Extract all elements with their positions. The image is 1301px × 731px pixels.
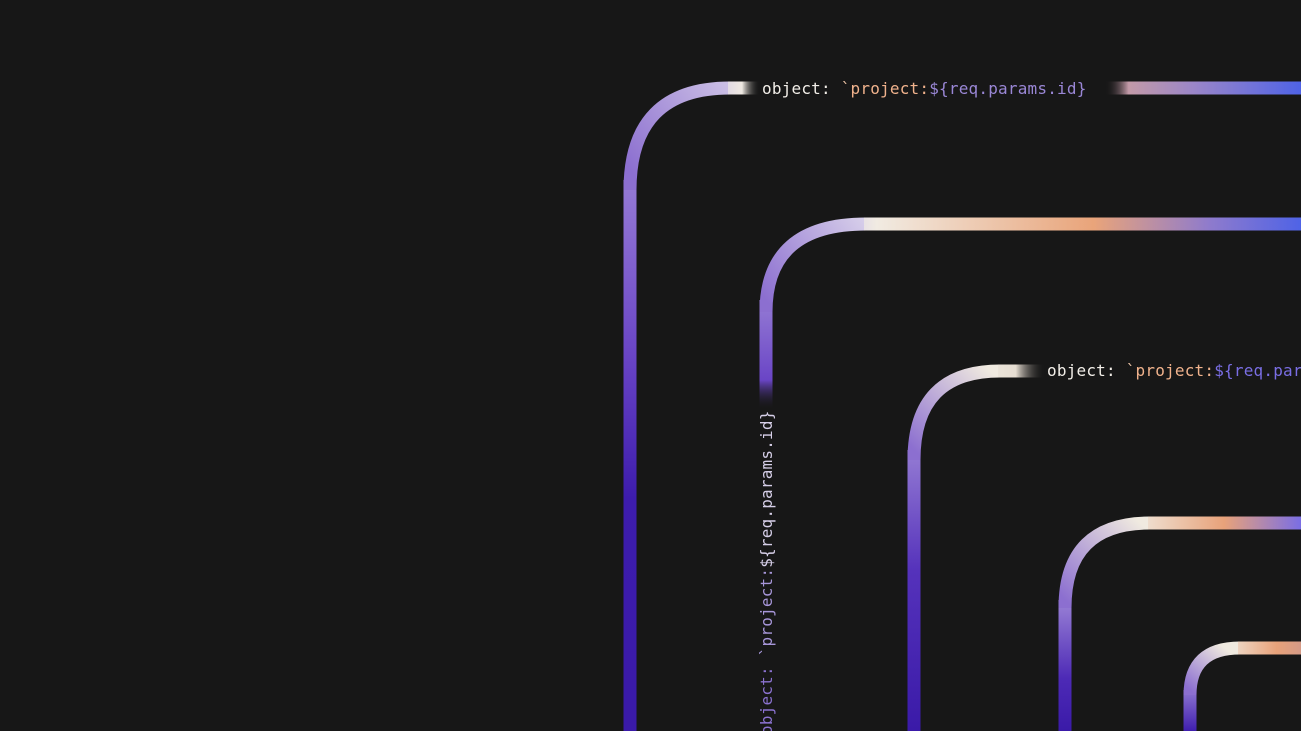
snippet-middle-tick: ` bbox=[1126, 361, 1136, 380]
snippet-vertical-prefix: project: bbox=[757, 568, 776, 647]
curve-3-arc bbox=[907, 364, 1001, 461]
curve-5-arc bbox=[1183, 641, 1241, 696]
snippet-vertical: object: `project:${req.params.id} bbox=[757, 410, 776, 731]
snippet-vertical-key: object: bbox=[757, 666, 776, 731]
curve-1 bbox=[623, 81, 1301, 731]
curve-2 bbox=[759, 217, 1301, 412]
curve-5 bbox=[1183, 641, 1301, 731]
snippet-top: object: `project:${req.params.id} bbox=[762, 79, 1087, 98]
snippet-middle-expression: ${req.params.id} bbox=[1214, 361, 1301, 380]
snippet-middle-key: object: bbox=[1047, 361, 1116, 380]
curve-3 bbox=[907, 364, 1045, 731]
snippet-top-prefix: project: bbox=[851, 79, 930, 98]
snippet-vertical-tick: ` bbox=[757, 646, 776, 656]
curve-1-arc bbox=[623, 81, 731, 191]
snippet-top-tick: ` bbox=[841, 79, 851, 98]
nested-curves-artwork: object: `project:${req.params.id} object… bbox=[623, 79, 1301, 731]
curve-4-arc bbox=[1058, 516, 1151, 609]
snippet-middle-prefix: project: bbox=[1136, 361, 1215, 380]
snippet-top-expression: ${req.params.id} bbox=[929, 79, 1086, 98]
curve-4 bbox=[1058, 516, 1301, 731]
snippet-vertical-expression: ${req.params.id} bbox=[757, 410, 776, 567]
canvas: object: `project:${req.params.id} object… bbox=[0, 0, 1301, 731]
curve-2-arc bbox=[759, 217, 867, 313]
snippet-top-key: object: bbox=[762, 79, 831, 98]
svg-text:object: `project:${req.params.: object: `project:${req.params.id} bbox=[757, 410, 776, 731]
snippet-middle: object: `project:${req.params.id} bbox=[1047, 361, 1301, 380]
